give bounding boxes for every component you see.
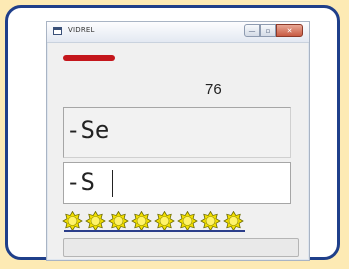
text-input[interactable]: -S	[63, 162, 291, 204]
maximize-button[interactable]: ▫	[260, 24, 276, 37]
star-row	[61, 211, 245, 231]
display-box: -Se	[63, 107, 291, 158]
progress-bar	[63, 238, 299, 257]
close-button[interactable]: ✕	[276, 24, 303, 37]
window-title: VIDREL	[68, 26, 95, 34]
sun-icon	[131, 211, 152, 231]
window-controls: — ▫ ✕	[244, 24, 303, 38]
sun-icon	[62, 211, 83, 231]
sun-icon	[85, 211, 106, 231]
text-caret	[112, 170, 113, 197]
star-row-underline	[64, 230, 245, 232]
display-text: -Se	[66, 116, 110, 144]
sun-icon	[154, 211, 175, 231]
app-window: VIDREL — ▫ ✕ 76 -Se -S	[46, 21, 310, 261]
red-indicator-bar	[63, 55, 115, 61]
counter-value: 76	[205, 81, 222, 98]
sun-icon	[177, 211, 198, 231]
title-bar[interactable]: VIDREL — ▫ ✕	[47, 22, 309, 43]
sun-icon	[200, 211, 221, 231]
sun-icon	[223, 211, 244, 231]
minimize-button[interactable]: —	[244, 24, 260, 37]
sun-icon	[108, 211, 129, 231]
text-input-value: -S	[66, 168, 95, 196]
window-app-icon	[53, 27, 62, 35]
